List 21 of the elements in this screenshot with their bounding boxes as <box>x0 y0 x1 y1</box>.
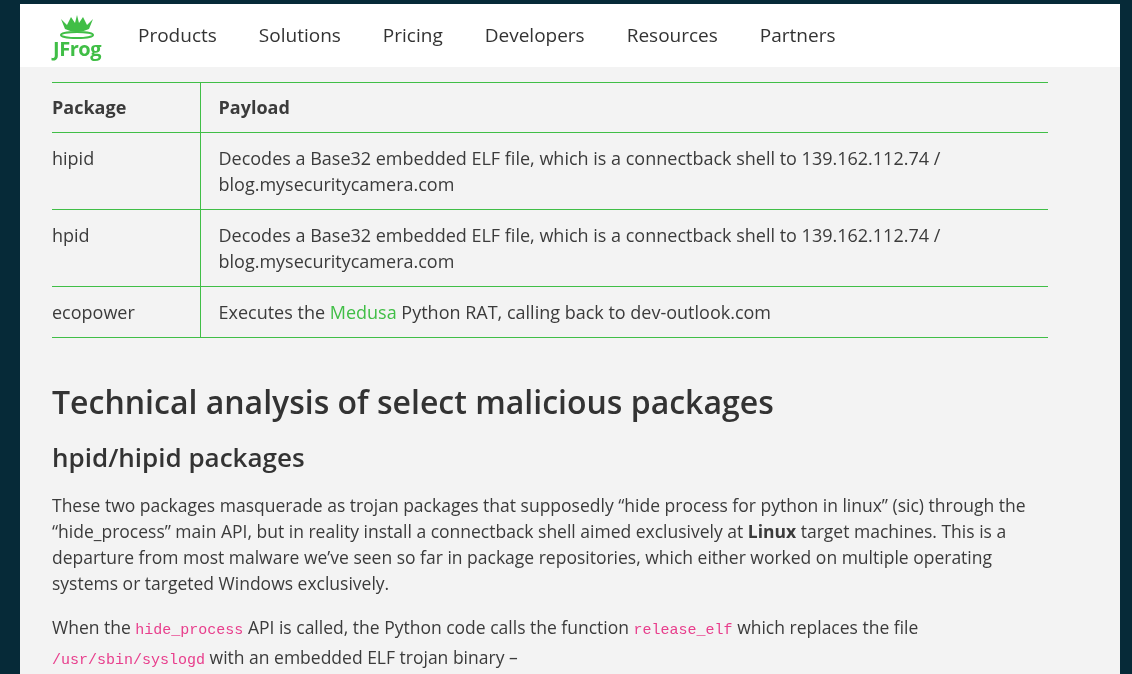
table-cell: Decodes a Base32 embedded ELF file, which is a connectback shell to 139.162.112.74 / blog.mysecuritycamera.com <box>200 209 1048 287</box>
inline-code: hide_process <box>135 622 244 639</box>
inline-code: release_elf <box>633 622 733 639</box>
nav-link[interactable]: Partners <box>759 21 836 50</box>
body-paragraph: These two packages masquerade as trojan packages that supposedly “hide process for python in linux” (sic) through the “hide_process” main API, but in reality install a connectback shell aimed exclusively at Linux target machines. This is a departure from most malware we’ve seen so far in package repositories, which either worked on multiple operating systems or targeted Windows exclusively. <box>52 492 1027 596</box>
nav-link[interactable]: Resources <box>626 21 718 50</box>
column-header: Payload <box>200 82 1048 133</box>
nav-link[interactable]: Developers <box>484 21 585 50</box>
nav-link[interactable]: Pricing <box>382 21 443 50</box>
inline-code: /usr/sbin/syslogd <box>52 652 206 669</box>
table-cell: hpid <box>52 209 200 287</box>
section-heading: Technical analysis of select malicious packages <box>52 382 775 422</box>
column-header: Package <box>52 82 200 133</box>
subsection-heading: hpid/hipid packages <box>52 440 306 474</box>
table-cell: Executes the Medusa Python RAT, calling back to dev-outlook.com <box>200 286 1048 338</box>
nav-link[interactable]: Solutions <box>258 21 341 50</box>
nav-link[interactable]: Products <box>138 21 217 50</box>
table-cell: hipid <box>52 132 200 210</box>
table-cell: Decodes a Base32 embedded ELF file, which is a connectback shell to 139.162.112.74 / blog.mysecuritycamera.com <box>200 132 1048 210</box>
body-paragraph: When the hide_process API is called, the Python code calls the function release_elf which replaces the file /usr/sbin/syslogd with an embedded ELF trojan binary – <box>52 614 920 671</box>
table-cell: ecopower <box>52 286 200 338</box>
